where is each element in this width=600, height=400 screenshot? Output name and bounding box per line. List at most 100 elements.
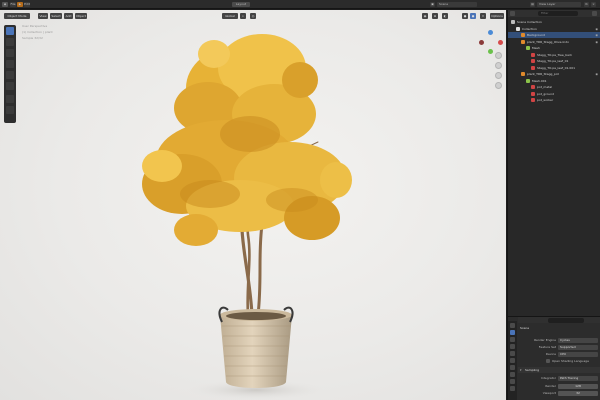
outliner-item[interactable]: Stagg_TO.pa_leaf_01 (508, 58, 600, 64)
render-samples-row: Render 128 (518, 383, 600, 389)
menu-file[interactable]: File (10, 2, 16, 7)
render-tab-icon[interactable] (510, 330, 515, 335)
viewport-samples-row: Viewport 32 (518, 390, 600, 396)
osl-checkbox[interactable] (546, 359, 550, 363)
workspace-tab-layout[interactable]: Layout (232, 2, 250, 7)
outliner-item-label: Scene Collection (517, 20, 542, 24)
outliner-item-label: Stagg_TO.pa_leaf_01.001 (537, 65, 576, 70)
integrator-dropdown[interactable]: Path Tracing (558, 375, 598, 381)
scene-icon[interactable]: ▣ (430, 2, 435, 7)
outliner-item-label: Background (527, 33, 545, 37)
outliner-item[interactable]: plant_TRR_Stagg_Olive.Indo ◉ (508, 39, 600, 45)
outliner-item-type-icon (531, 98, 535, 102)
outliner-item-label: pot_wicker (537, 98, 554, 102)
properties-search-input[interactable] (548, 317, 584, 323)
outliner-item-label: Stagg_TO.pa_leaf_01 (537, 59, 569, 63)
outliner-item-type-icon (531, 65, 535, 70)
view-layer-options-icon[interactable]: ⧉ (584, 2, 589, 7)
material-tab-icon[interactable] (510, 386, 515, 391)
feature-set-label: Feature Set (538, 345, 556, 349)
outliner-item-label: plant_TRR_Stagg_Olive.Indo (527, 39, 570, 44)
outliner-item-label: plant_TRR_Stagg_pot (527, 72, 559, 76)
sampling-header-label: Sampling (525, 368, 540, 372)
top-bar: ◆ File ▶ Edit Layout ▣ Scene ▤ View Laye… (0, 0, 600, 9)
outliner-item-label: Mesh.001 (532, 78, 547, 83)
tree-foliage (142, 34, 352, 246)
outliner-item-type-icon (521, 33, 525, 37)
chevron-down-icon: ▾ (520, 368, 522, 372)
visibility-eye-icon[interactable]: ◉ (595, 39, 598, 45)
scene-selector[interactable]: Scene (437, 2, 477, 7)
outliner-item-label: pot_metal (537, 85, 553, 89)
outliner-item-type-icon (516, 26, 520, 31)
outliner-item-type-icon (531, 59, 535, 63)
osl-label: Open Shading Language (552, 359, 589, 363)
properties-tabs (508, 321, 517, 400)
properties-header (518, 317, 600, 323)
view-layer-selector[interactable]: View Layer (537, 2, 581, 7)
device-label: Device (545, 352, 556, 356)
integrator-row: Integrator Path Tracing (518, 375, 600, 381)
particles-tab-icon[interactable] (510, 379, 515, 384)
outliner-item[interactable]: pot_ground (508, 91, 600, 97)
outliner-item[interactable]: Stagg_TO.pa_leaf_01.001 (508, 65, 600, 71)
menu-edit[interactable]: Edit (24, 2, 30, 7)
render-samples-label: Render (545, 384, 556, 388)
outliner-item[interactable]: Collection ◉ (508, 26, 600, 32)
output-tab-icon[interactable] (510, 337, 515, 342)
outliner-item-type-icon (521, 39, 525, 44)
outliner-item-label: Stagg_TO.pa_Tree_bark (537, 52, 572, 57)
view-layer-tab-icon[interactable] (510, 344, 515, 349)
render-icon[interactable]: ▶ (17, 2, 23, 7)
wicker-basket (218, 306, 294, 388)
visibility-eye-icon[interactable]: ◉ (595, 32, 598, 38)
visibility-eye-icon[interactable]: ◉ (595, 71, 598, 77)
object-tab-icon[interactable] (510, 365, 515, 370)
properties-context-row: Scene (518, 325, 600, 331)
outliner-item[interactable]: Mesh (508, 45, 600, 51)
outliner-item[interactable]: pot_wicker (508, 97, 600, 103)
integrator-label: Integrator (540, 376, 556, 380)
outliner-item-label: Collection (522, 26, 537, 31)
render-engine-dropdown[interactable]: Cycles (558, 337, 598, 343)
visibility-eye-icon[interactable]: ◉ (595, 26, 598, 32)
view-layer-icon[interactable]: ▤ (530, 2, 535, 7)
feature-set-dropdown[interactable]: Supported (558, 344, 598, 350)
outliner-item-type-icon (526, 78, 530, 83)
outliner-item-type-icon (531, 85, 535, 89)
properties-context-label: Scene (520, 326, 530, 330)
filter-icon[interactable] (592, 11, 597, 16)
outliner-item[interactable]: Background ◉ (508, 32, 600, 38)
outliner-item[interactable]: Stagg_TO.pa_Tree_bark (508, 52, 600, 58)
3d-viewport[interactable]: Object Mode View Select Add Object Globa… (0, 10, 506, 400)
outliner-item-label: Mesh (532, 46, 540, 50)
modifier-tab-icon[interactable] (510, 372, 515, 377)
plant-render (142, 34, 352, 400)
outliner-item[interactable]: pot_metal (508, 84, 600, 90)
outliner-editor-icon[interactable] (510, 11, 515, 16)
render-samples-field[interactable]: 128 (558, 383, 598, 389)
outliner-item-label: pot_ground (537, 91, 555, 96)
outliner-item-type-icon (521, 72, 525, 76)
scene-tab-icon[interactable] (510, 351, 515, 356)
outliner-item-type-icon (531, 52, 535, 57)
properties-panel: Scene Render Engine Cycles Feature Set S… (507, 316, 600, 400)
outliner-item[interactable]: Mesh.001 (508, 78, 600, 84)
blender-logo-icon[interactable]: ◆ (2, 2, 8, 7)
outliner-item-type-icon (526, 46, 530, 50)
outliner-item[interactable]: Scene Collection (508, 19, 600, 25)
sampling-section-header[interactable]: ▾ Sampling (518, 367, 600, 373)
viewport-samples-field[interactable]: 32 (558, 390, 598, 396)
device-dropdown[interactable]: CPU (558, 351, 598, 357)
world-tab-icon[interactable] (510, 358, 515, 363)
device-row: Device CPU (518, 351, 600, 357)
close-icon[interactable]: × (591, 2, 596, 7)
outliner-item[interactable]: plant_TRR_Stagg_pot ◉ (508, 71, 600, 77)
osl-row: Open Shading Language (518, 358, 600, 364)
tool-tab-icon[interactable] (510, 323, 515, 328)
outliner-item-type-icon (511, 20, 515, 24)
render-engine-row: Render Engine Cycles (518, 337, 600, 343)
outliner-search-input[interactable]: Filter (538, 11, 578, 16)
feature-set-row: Feature Set Supported (518, 344, 600, 350)
outliner-panel: Filter Scene Collection Collection ◉ Backgr… (507, 10, 600, 320)
